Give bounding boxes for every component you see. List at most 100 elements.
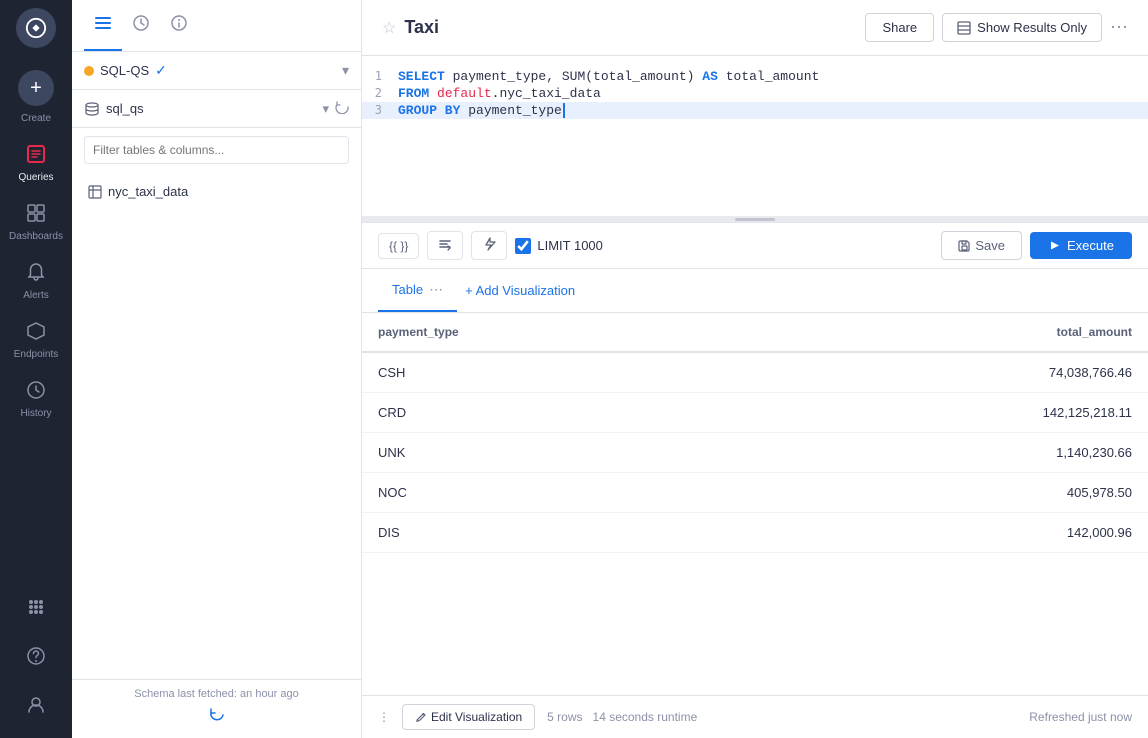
table-header: payment_type total_amount: [362, 313, 1148, 352]
table-row: CSH 74,038,766.46: [362, 352, 1148, 393]
page-title: Taxi: [404, 17, 439, 38]
cell-payment-type: DIS: [362, 513, 740, 553]
show-results-label: Show Results Only: [977, 20, 1087, 35]
save-button[interactable]: Save: [941, 231, 1022, 260]
data-table: payment_type total_amount CSH 74,038,766…: [362, 313, 1148, 553]
schema-panel: SQL-QS ✓ ▾ sql_qs ▾: [72, 0, 362, 738]
code-editor[interactable]: 1 SELECT payment_type, SUM(total_amount)…: [362, 56, 1148, 216]
sidebar-item-user[interactable]: [26, 685, 46, 730]
more-options-button[interactable]: ⋯: [1110, 17, 1128, 38]
query-area: 1 SELECT payment_type, SUM(total_amount)…: [362, 56, 1148, 738]
results-tabs: Table ⋯ + Add Visualization: [362, 269, 1148, 313]
sidebar-item-label: Dashboards: [9, 231, 63, 242]
connection-name: SQL-QS: [100, 63, 149, 78]
sidebar-item-history[interactable]: History: [0, 370, 72, 429]
lightning-icon: [482, 237, 496, 251]
limit-checkbox[interactable]: [515, 238, 531, 254]
sidebar-item-label: History: [20, 408, 51, 419]
row-count: 5 rows 14 seconds runtime: [547, 710, 697, 724]
schema-tab-schema[interactable]: [84, 0, 122, 51]
sidebar-item-dashboards[interactable]: Dashboards: [0, 193, 72, 252]
edit-icon: [415, 711, 427, 723]
limit-label: LIMIT 1000: [537, 238, 603, 253]
user-icon: [26, 695, 46, 720]
data-table-wrapper: payment_type total_amount CSH 74,038,766…: [362, 313, 1148, 695]
format-button[interactable]: [427, 231, 463, 260]
connection-selector[interactable]: SQL-QS ✓ ▾: [72, 52, 361, 90]
apps-icon: [26, 597, 46, 622]
limit-control: LIMIT 1000: [515, 238, 603, 254]
share-button[interactable]: Share: [865, 13, 934, 42]
col-total-amount: total_amount: [740, 313, 1148, 352]
database-name: sql_qs: [106, 101, 144, 116]
table-row: UNK 1,140,230.66: [362, 433, 1148, 473]
queries-icon: [26, 144, 46, 169]
refresh-button[interactable]: [84, 700, 349, 730]
table-name: nyc_taxi_data: [108, 184, 188, 199]
edit-visualization-button[interactable]: Edit Visualization: [402, 704, 535, 730]
table-list: nyc_taxi_data: [72, 172, 361, 679]
results-icon: [957, 21, 971, 35]
code-line-2: 2 FROM default.nyc_taxi_data: [362, 85, 1148, 102]
cell-payment-type: NOC: [362, 473, 740, 513]
schema-fetch-time: Schema last fetched: an hour ago: [134, 688, 299, 700]
sidebar-item-apps[interactable]: [26, 587, 46, 632]
schema-tabs: [72, 0, 361, 52]
history-icon: [26, 380, 46, 405]
cell-total-amount: 142,125,218.11: [740, 393, 1148, 433]
star-icon[interactable]: ☆: [382, 18, 396, 38]
sidebar-item-label: Alerts: [23, 290, 49, 301]
save-icon: [958, 239, 971, 252]
edit-viz-label: Edit Visualization: [431, 710, 522, 724]
autocomplete-button[interactable]: [471, 231, 507, 260]
table-body: CSH 74,038,766.46 CRD 142,125,218.11 UNK…: [362, 352, 1148, 553]
sidebar-item-create[interactable]: + Create: [0, 56, 72, 134]
cell-payment-type: UNK: [362, 433, 740, 473]
line-number: 2: [362, 86, 398, 100]
status-bar: ⋮ Edit Visualization 5 rows 14 seconds r…: [362, 695, 1148, 738]
sidebar-item-label: Endpoints: [14, 349, 58, 360]
tab-add-visualization[interactable]: + Add Visualization: [457, 271, 583, 310]
execute-label: Execute: [1067, 238, 1114, 253]
chevron-down-icon[interactable]: ▾: [342, 62, 349, 79]
refresh-spin-icon: [208, 706, 226, 724]
results-panel: Table ⋯ + Add Visualization payment_type…: [362, 269, 1148, 738]
refresh-icon[interactable]: [335, 100, 349, 117]
tab-more-icon[interactable]: ⋯: [429, 281, 443, 298]
connection-status-dot: [84, 66, 94, 76]
schema-tab-history[interactable]: [122, 0, 160, 51]
sidebar-item-endpoints[interactable]: Endpoints: [0, 311, 72, 370]
database-selector[interactable]: sql_qs ▾: [72, 90, 361, 128]
execute-button[interactable]: Execute: [1030, 232, 1132, 259]
sidebar: + Create Queries Dashboards: [0, 0, 72, 738]
main-header: ☆ Taxi Share Show Results Only ⋯: [362, 0, 1148, 56]
main-content: ☆ Taxi Share Show Results Only ⋯ 1 SELEC…: [362, 0, 1148, 738]
execute-icon: [1048, 239, 1061, 252]
sidebar-item-label: Create: [21, 113, 51, 124]
dashboards-icon: [26, 203, 46, 228]
template-button[interactable]: {{ }}: [378, 233, 419, 259]
create-icon: +: [18, 70, 54, 106]
line-number: 1: [362, 69, 398, 83]
sidebar-item-help[interactable]: [26, 636, 46, 681]
table-filter-input[interactable]: [84, 136, 349, 164]
table-row: CRD 142,125,218.11: [362, 393, 1148, 433]
endpoints-icon: [26, 321, 46, 346]
table-row: DIS 142,000.96: [362, 513, 1148, 553]
query-toolbar: {{ }} LIMIT 1000: [362, 222, 1148, 269]
table-item-nyc-taxi-data[interactable]: nyc_taxi_data: [84, 176, 349, 207]
sidebar-item-queries[interactable]: Queries: [0, 134, 72, 193]
app-logo[interactable]: [16, 8, 56, 48]
code-line-1: 1 SELECT payment_type, SUM(total_amount)…: [362, 68, 1148, 85]
cell-payment-type: CRD: [362, 393, 740, 433]
status-more-icon[interactable]: ⋮: [378, 710, 390, 724]
schema-footer: Schema last fetched: an hour ago: [72, 679, 361, 738]
show-results-button[interactable]: Show Results Only: [942, 13, 1102, 42]
table-icon: [88, 185, 102, 199]
save-label: Save: [975, 238, 1005, 253]
cell-total-amount: 405,978.50: [740, 473, 1148, 513]
sidebar-item-alerts[interactable]: Alerts: [0, 252, 72, 311]
chevron-down-icon[interactable]: ▾: [322, 101, 329, 117]
schema-tab-info[interactable]: [160, 0, 198, 51]
tab-table[interactable]: Table ⋯: [378, 269, 457, 312]
